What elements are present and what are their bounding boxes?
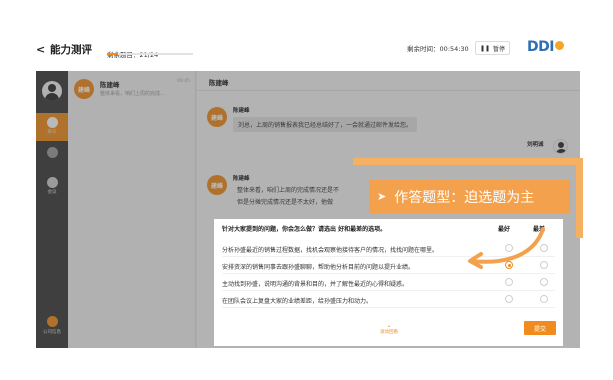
option-text: 在团队会议上复盘大家的业绩差距，给孙盛压力和动力。 [222, 298, 373, 305]
worst-radio[interactable] [540, 295, 548, 303]
option-text: 安排资深的销售同事去跟孙盛聊聊，帮助他分析目前的问题以提升业绩。 [222, 264, 415, 271]
best-radio[interactable] [505, 278, 513, 286]
pause-button[interactable]: ❚❚ 暂停 [475, 41, 510, 55]
annotation-callout: ➤ 作答题型：迫选题为主 [369, 180, 570, 213]
ddi-logo: DDI [527, 39, 564, 55]
annotation-text: 作答题型：迫选题为主 [394, 189, 535, 206]
top-bar: < 能力测评 剩余题目：21/24 剩余时间：00:54:30 ❚❚ 暂停 DD… [36, 37, 580, 61]
progress-bar-fill [107, 53, 118, 55]
best-radio[interactable] [505, 295, 513, 303]
pause-icon: ❚❚ [479, 44, 491, 52]
view-history-label: 滚动回看 [380, 330, 398, 335]
option-row: 主动找到孙盛，说明沟通的背景和目的，并了解性最近的心得和疑惑。 [222, 274, 555, 291]
arrow-right-icon: ➤ [377, 190, 387, 203]
progress-bar [107, 53, 193, 55]
submit-button[interactable]: 提交 [524, 321, 556, 335]
remaining-time: 剩余时间：00:54:30 [407, 45, 469, 53]
page-title: 能力测评 [50, 43, 92, 56]
pause-label: 暂停 [493, 45, 506, 53]
option-row: 在团队会议上复盘大家的业绩差距，给孙盛压力和动力。 [222, 291, 555, 308]
logo-text: DDI [527, 39, 554, 55]
option-text: 分析孙盛最近的销售过程数据，找机会观察他接待客户的情况，找找问题在哪里。 [222, 247, 439, 254]
view-history-button[interactable]: ⌄ 滚动回看 [369, 323, 409, 336]
back-button[interactable]: < [36, 43, 48, 56]
worst-radio[interactable] [540, 278, 548, 286]
logo-dot-icon [554, 40, 564, 50]
option-text: 主动找到孙盛，说明沟通的背景和目的，并了解性最近的心得和疑惑。 [222, 281, 409, 288]
question-progress: 剩余题目：21/24 [107, 42, 193, 61]
hand-drawn-arrow-icon [468, 227, 545, 269]
